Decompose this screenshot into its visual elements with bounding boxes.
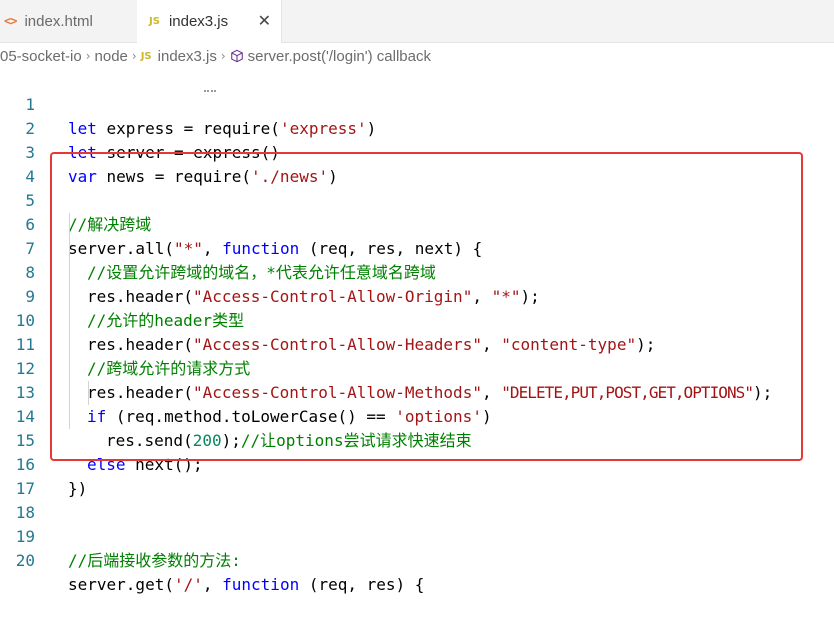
code-editor[interactable]: 1 let express = require('express') 2 let… [0,69,834,594]
code-line[interactable]: 20 server.get('/', function (req, res) { [0,525,834,594]
js-file-icon: JS [140,50,152,62]
breadcrumb-item-symbol[interactable]: server.post('/login') callback [248,48,431,65]
code-line[interactable]: 17 [0,453,834,498]
keyword: function [222,575,300,594]
html-file-icon: <> [4,14,17,28]
code-text: server.get( [68,575,174,594]
method-cube-icon [230,49,243,63]
tab-label: index.html [24,12,93,30]
code-line[interactable]: 14 res.send(200);//让options尝试请求快速结束 [0,381,834,450]
indent-guide [88,381,89,405]
breadcrumb-item-folder[interactable]: 05-socket-io [0,48,82,65]
code-line[interactable]: 4 [0,141,834,186]
hint-underline [204,87,216,92]
tab-index3-js[interactable]: JS index3.js ✕ [137,0,282,43]
code-line[interactable]: 6 server.all("*", function (req, res, ne… [0,189,834,258]
js-file-icon: JS [149,16,160,27]
breadcrumb-item-file[interactable]: index3.js [158,48,217,65]
code-text: , [202,575,223,594]
code-line[interactable]: 15 else next(); [0,405,834,474]
code-line[interactable]: 9 //允许的header类型 [0,261,834,330]
editor-tab-bar: <> index.html JS index3.js ✕ [0,0,834,43]
breadcrumb: 05-socket-io › node › JS index3.js › ser… [0,44,834,68]
chevron-right-icon: › [220,49,226,63]
code-line[interactable]: 3 var news = require('./news') [0,117,834,186]
chevron-right-icon: › [85,49,91,63]
indent-guide [69,213,70,429]
line-number: 20 [15,551,35,570]
chevron-right-icon: › [131,49,137,63]
code-line[interactable]: 7 //设置允许跨域的域名，*代表允许任意域名跨域 [0,213,834,282]
close-icon[interactable]: ✕ [258,11,271,30]
code-line[interactable]: 18 [0,477,834,522]
code-line[interactable]: 2 let server = express() [0,93,834,162]
code-line[interactable]: 5 //解决跨域 [0,165,834,234]
code-line[interactable]: 19 //后端接收参数的方法: [0,501,834,570]
code-line[interactable]: 8 res.header("Access-Control-Allow-Origi… [0,237,834,306]
code-line[interactable]: 1 let express = require('express') [0,69,834,138]
code-line[interactable]: 12 res.header("Access-Control-Allow-Meth… [0,333,834,402]
code-text: (req, res) { [299,575,425,594]
breadcrumb-item-folder[interactable]: node [95,48,128,65]
code-line[interactable]: 16 }) [0,429,834,498]
comment: //后端接收参数的方法: [68,551,241,570]
code-line[interactable]: 13 if (req.method.toLowerCase() == 'opti… [0,357,834,426]
code-line[interactable]: 11 //跨域允许的请求方式 [0,309,834,378]
code-line[interactable]: 10 res.header("Access-Control-Allow-Head… [0,285,834,354]
string-literal: '/' [173,575,203,594]
tab-label: index3.js [168,13,229,30]
tab-index-html[interactable]: <> index.html [0,0,137,42]
